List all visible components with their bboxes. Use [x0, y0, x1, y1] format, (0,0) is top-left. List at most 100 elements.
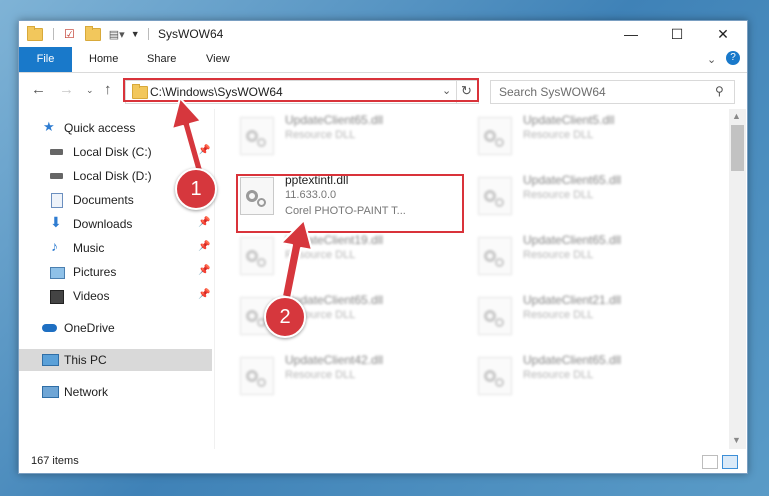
tab-view[interactable]: View: [206, 47, 230, 72]
scrollbar-thumb[interactable]: [731, 125, 744, 171]
dll-file-icon: [478, 297, 512, 335]
sidebar-item-local-disk-c[interactable]: Local Disk (C:) 📌: [19, 141, 212, 163]
file-description: Resource DLL: [523, 309, 594, 321]
dll-file-icon: [478, 357, 512, 395]
computer-icon: [42, 354, 59, 366]
navigation-pane: ★ Quick access Local Disk (C:) 📌 Local D…: [19, 109, 212, 449]
details-view-icon[interactable]: [702, 455, 718, 469]
file-description: Resource DLL: [523, 249, 594, 261]
file-description: Resource DLL: [523, 129, 594, 141]
search-icon[interactable]: ⚲: [715, 84, 724, 98]
dll-file-icon: [478, 237, 512, 275]
list-item[interactable]: UpdateClient65.dll Resource DLL: [473, 231, 703, 279]
list-item[interactable]: UpdateClient42.dll Resource DLL: [235, 351, 465, 399]
tab-share[interactable]: Share: [147, 47, 176, 72]
sidebar-item-downloads[interactable]: ⬇ Downloads 📌: [19, 213, 212, 235]
vertical-scrollbar[interactable]: ▲ ▼: [729, 109, 746, 449]
customize-view-icon[interactable]: ▤▾: [109, 28, 125, 41]
sidebar-item-label: Network: [64, 385, 109, 399]
file-name: UpdateClient19.dll: [285, 233, 384, 247]
list-item[interactable]: UpdateClient65.dll Resource DLL: [235, 111, 465, 159]
close-button[interactable]: ✕: [700, 21, 746, 47]
sidebar-item-videos[interactable]: Videos 📌: [19, 285, 212, 307]
pin-icon[interactable]: 📌: [198, 241, 210, 252]
dll-file-icon: [478, 177, 512, 215]
sidebar-item-this-pc[interactable]: This PC: [19, 349, 212, 371]
search-box[interactable]: Search SysWOW64 ⚲: [490, 80, 735, 104]
file-name: UpdateClient65.dll: [285, 113, 384, 127]
search-placeholder[interactable]: Search SysWOW64: [499, 85, 606, 99]
file-description: Resource DLL: [285, 249, 356, 261]
file-name: UpdateClient65.dll: [523, 233, 622, 247]
sidebar-item-label: Music: [73, 241, 105, 255]
cloud-icon: [42, 324, 57, 332]
minimize-button[interactable]: —: [608, 21, 654, 47]
download-arrow-icon: ⬇: [50, 214, 62, 230]
tab-home[interactable]: Home: [89, 47, 118, 72]
new-folder-icon[interactable]: [84, 25, 101, 41]
explorer-window: ☑ ▤▾ ▼ SysWOW64 — ☐ ✕ File Home Share Vi…: [18, 20, 748, 474]
sidebar-item-network[interactable]: Network: [19, 381, 212, 403]
list-item[interactable]: UpdateClient5.dll Resource DLL: [473, 111, 703, 159]
dll-file-icon: [240, 117, 274, 155]
file-description: Resource DLL: [285, 129, 356, 141]
file-name: UpdateClient65.dll: [523, 353, 622, 367]
ribbon-expand-icon[interactable]: ⌄: [707, 53, 716, 66]
pin-icon[interactable]: 📌: [198, 289, 210, 300]
properties-icon[interactable]: ☑: [64, 27, 75, 41]
list-item[interactable]: UpdateClient19.dll Resource DLL: [235, 231, 465, 279]
step-2-badge: 2: [264, 296, 306, 338]
file-list: UpdateClient65.dll Resource DLL UpdateCl…: [215, 109, 727, 449]
file-name: UpdateClient21.dll: [523, 293, 622, 307]
sidebar-item-label: Pictures: [73, 265, 117, 279]
sidebar-item-onedrive[interactable]: OneDrive: [19, 317, 212, 339]
navigation-bar: ← → ⌄ ↑ C:\Windows\SysWOW64 ⌄ ↻ Search S…: [19, 73, 747, 107]
sidebar-item-quick-access[interactable]: ★ Quick access: [19, 117, 212, 139]
sidebar-item-pictures[interactable]: Pictures 📌: [19, 261, 212, 283]
recent-locations-icon[interactable]: ⌄: [86, 85, 94, 96]
sidebar-item-label: This PC: [64, 353, 107, 367]
large-icons-view-icon[interactable]: [722, 455, 738, 469]
pin-icon[interactable]: 📌: [198, 145, 210, 156]
file-name: UpdateClient5.dll: [523, 113, 615, 127]
scroll-up-icon[interactable]: ▲: [732, 111, 741, 121]
scroll-down-icon[interactable]: ▼: [732, 435, 741, 445]
drive-icon: [50, 173, 63, 179]
window-title: SysWOW64: [158, 27, 224, 41]
pictures-icon: [50, 267, 65, 279]
list-item[interactable]: UpdateClient21.dll Resource DLL: [473, 291, 703, 339]
qat-dropdown-icon[interactable]: ▼: [131, 29, 140, 39]
file-name: UpdateClient42.dll: [285, 353, 384, 367]
music-note-icon: ♪: [51, 238, 58, 254]
document-icon: [51, 193, 63, 208]
status-bar: 167 items: [19, 449, 747, 473]
drive-icon: [50, 149, 63, 155]
file-description: Resource DLL: [523, 189, 594, 201]
tab-file[interactable]: File: [19, 47, 72, 72]
file-name: UpdateClient65.dll: [523, 173, 622, 187]
pin-icon[interactable]: 📌: [198, 265, 210, 276]
sidebar-item-label: Downloads: [73, 217, 133, 231]
folder-icon: [27, 25, 43, 41]
step-1-badge: 1: [175, 168, 217, 210]
sidebar-item-label: Videos: [73, 289, 110, 303]
forward-arrow-icon[interactable]: →: [59, 81, 74, 98]
address-highlight-box: [123, 78, 479, 102]
film-icon: [50, 290, 64, 304]
list-item[interactable]: UpdateClient65.dll Resource DLL: [473, 351, 703, 399]
title-bar: ☑ ▤▾ ▼ SysWOW64 — ☐ ✕: [19, 21, 747, 47]
sidebar-item-label: Quick access: [64, 121, 136, 135]
sidebar-item-label: OneDrive: [64, 321, 115, 335]
file-description: Resource DLL: [285, 369, 356, 381]
back-arrow-icon[interactable]: ←: [31, 81, 46, 98]
item-count: 167 items: [31, 455, 79, 467]
sidebar-item-music[interactable]: ♪ Music 📌: [19, 237, 212, 259]
list-item[interactable]: UpdateClient65.dll Resource DLL: [473, 171, 703, 219]
up-arrow-icon[interactable]: ↑: [104, 81, 112, 98]
quick-access-toolbar: ☑ ▤▾ ▼: [27, 25, 149, 43]
sidebar-item-label: Local Disk (D:): [73, 169, 152, 183]
sidebar-item-label: Documents: [73, 193, 134, 207]
pin-icon[interactable]: 📌: [198, 217, 210, 228]
maximize-button[interactable]: ☐: [654, 21, 700, 47]
help-icon[interactable]: ?: [726, 51, 740, 65]
